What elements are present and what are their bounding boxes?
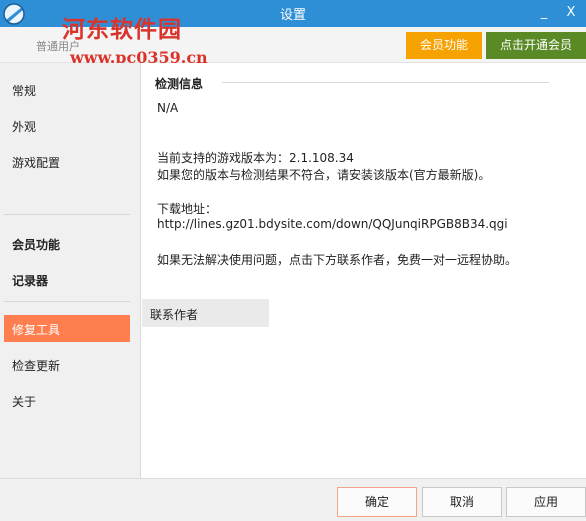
help-hint: 如果无法解决使用问题，点击下方联系作者，免费一对一远程协助。	[157, 253, 518, 267]
supported-version-text: 当前支持的游戏版本为：2.1.108.34	[157, 151, 354, 165]
section-divider	[222, 82, 549, 83]
contact-author-button[interactable]: 联系作者	[142, 299, 269, 327]
minimize-button[interactable]: _	[533, 2, 555, 24]
ok-button[interactable]: 确定	[337, 487, 417, 517]
sidebar-item-general[interactable]: 常规	[12, 82, 36, 99]
version-mismatch-hint: 如果您的版本与检测结果不符合，请安装该版本(官方最新版)。	[157, 168, 491, 182]
open-vip-button[interactable]: 点击开通会员	[486, 32, 586, 59]
sidebar-divider	[4, 301, 130, 302]
vip-features-button[interactable]: 会员功能	[406, 32, 482, 59]
sidebar-item-recorder[interactable]: 记录器	[12, 272, 48, 289]
download-label: 下载地址：	[157, 202, 218, 216]
sidebar-item-about[interactable]: 关于	[12, 393, 36, 410]
sidebar-item-repair-tool[interactable]: 修复工具	[4, 315, 130, 342]
detection-status: N/A	[157, 101, 179, 115]
sidebar-item-appearance[interactable]: 外观	[12, 118, 36, 135]
sidebar-item-vip-features[interactable]: 会员功能	[12, 236, 60, 253]
sidebar-divider	[4, 214, 130, 215]
contact-author-label: 联系作者	[150, 308, 199, 322]
footer: 确定 取消 应用	[0, 478, 586, 521]
sidebar-item-label: 修复工具	[12, 323, 61, 337]
download-url[interactable]: http://lines.gz01.bdysite.com/down/QQJun…	[157, 217, 508, 231]
sidebar: 常规 外观 游戏配置 会员功能 记录器 修复工具 检查更新 关于	[0, 63, 141, 478]
apply-button[interactable]: 应用	[506, 487, 586, 517]
section-title: 检测信息	[155, 77, 204, 91]
sidebar-item-game-config[interactable]: 游戏配置	[12, 154, 60, 171]
cancel-button[interactable]: 取消	[422, 487, 502, 517]
watermark-text: 河东软件园	[62, 16, 182, 43]
sidebar-item-check-update[interactable]: 检查更新	[12, 357, 60, 374]
main-content: 检测信息 N/A 当前支持的游戏版本为：2.1.108.34 如果您的版本与检测…	[142, 63, 586, 478]
close-button[interactable]: X	[560, 2, 582, 24]
